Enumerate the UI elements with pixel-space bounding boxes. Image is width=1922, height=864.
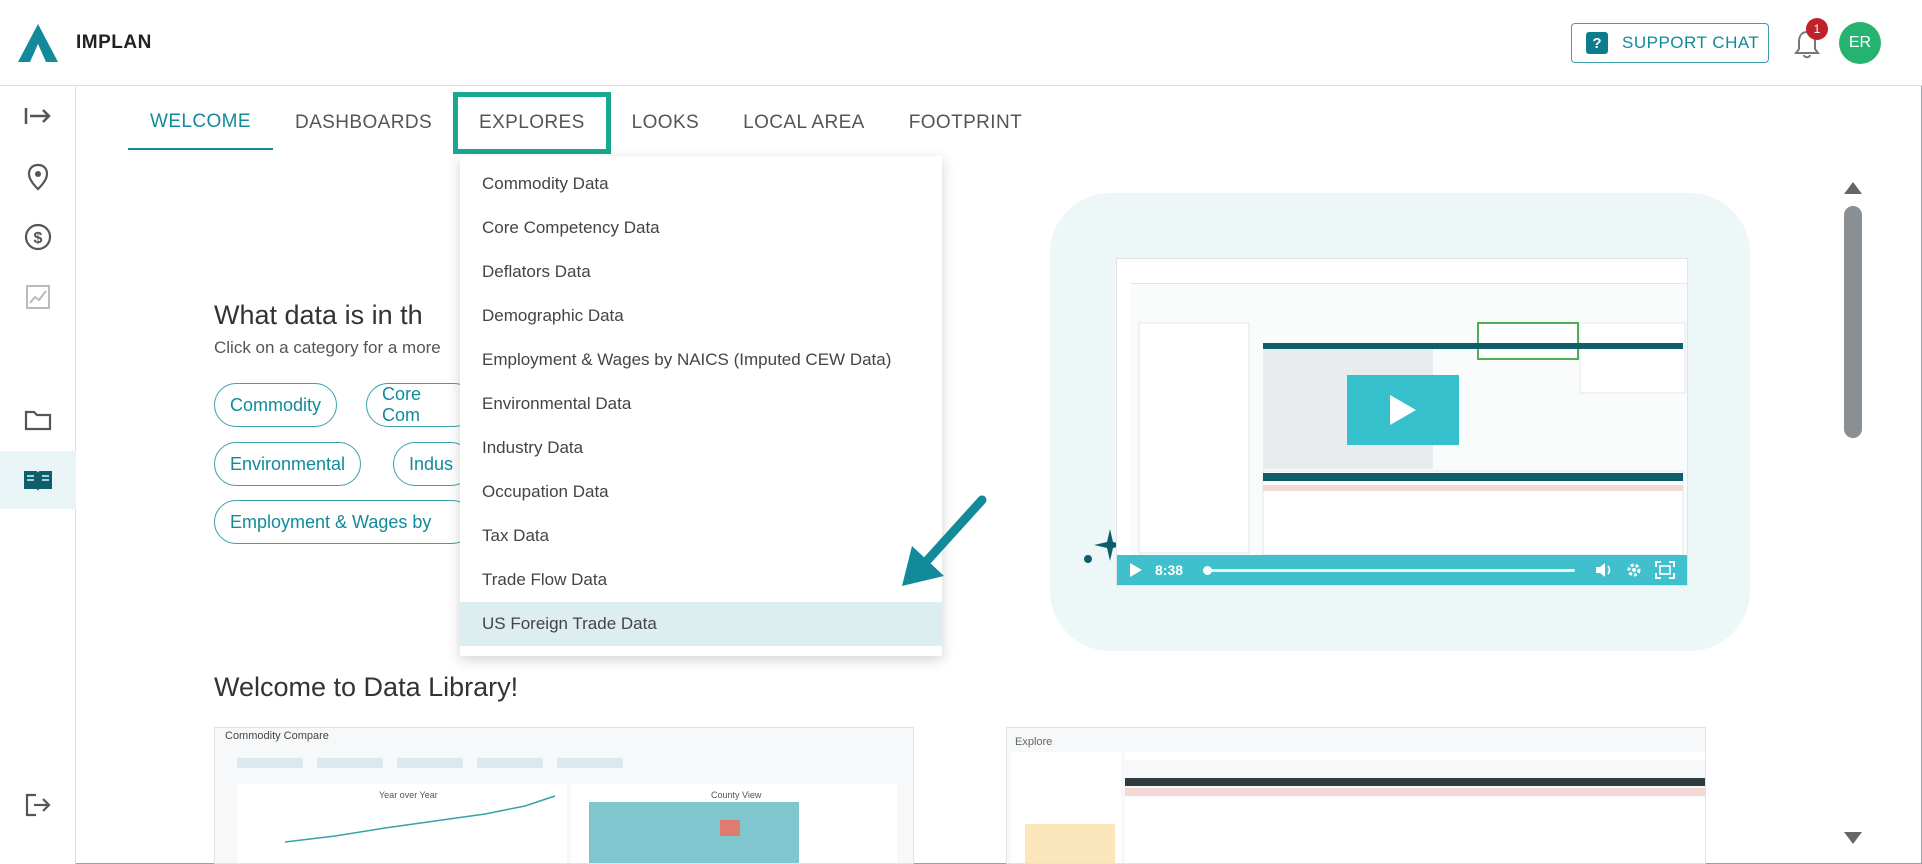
sidebar: $ <box>0 86 76 864</box>
play-icon <box>1390 395 1416 425</box>
video-progress-handle[interactable] <box>1203 565 1213 575</box>
menu-item-employment-wages-data[interactable]: Employment & Wages by NAICS (Imputed CEW… <box>460 338 942 382</box>
preview-chart-title: Year over Year <box>379 790 438 800</box>
sidebar-item-economics[interactable]: $ <box>0 208 76 266</box>
fullscreen-icon[interactable] <box>1655 561 1675 579</box>
menu-item-demographic-data[interactable]: Demographic Data <box>460 294 942 338</box>
preview-title-commodity: Commodity Compare <box>225 730 329 742</box>
category-pill-environmental[interactable]: Environmental <box>214 442 362 486</box>
notification-badge: 1 <box>1806 18 1828 40</box>
menu-item-core-competency-data[interactable]: Core Competency Data <box>460 206 942 250</box>
book-icon <box>24 471 52 491</box>
annotation-arrow-icon <box>902 495 987 586</box>
video-controls: 8:38 <box>1117 555 1687 585</box>
user-avatar[interactable]: ER <box>1839 22 1881 64</box>
explore-preview-graphic <box>1011 752 1705 863</box>
category-pill-employment-wages[interactable]: Employment & Wages by <box>214 500 474 544</box>
menu-item-occupation-data[interactable]: Occupation Data <box>460 470 942 514</box>
tab-footprint[interactable]: FOOTPRINT <box>887 96 1044 150</box>
sidebar-item-location[interactable] <box>0 148 76 206</box>
data-subtext: Click on a category for a more <box>214 338 441 357</box>
tab-local-area[interactable]: LOCAL AREA <box>721 96 887 150</box>
support-chat-button[interactable]: ? SUPPORT CHAT <box>1571 23 1769 63</box>
menu-item-industry-data[interactable]: Industry Data <box>460 426 942 470</box>
tutorial-video[interactable]: 8:38 <box>1116 258 1688 586</box>
svg-text:$: $ <box>34 230 43 247</box>
menu-item-deflators-data[interactable]: Deflators Data <box>460 250 942 294</box>
sidebar-logout[interactable] <box>0 776 76 834</box>
preview-title-explore: Explore <box>1015 736 1053 748</box>
play-small-icon[interactable] <box>1129 562 1143 578</box>
settings-gear-icon[interactable] <box>1625 561 1643 579</box>
implan-logo[interactable] <box>16 22 60 64</box>
menu-item-trade-flow-data[interactable]: Trade Flow Data <box>460 558 942 602</box>
dollar-icon: $ <box>24 223 52 251</box>
logout-icon <box>25 793 51 817</box>
sidebar-item-analytics[interactable] <box>0 268 76 326</box>
menu-item-us-foreign-trade-data[interactable]: US Foreign Trade Data <box>460 602 942 646</box>
tab-explores[interactable]: EXPLORES <box>453 92 611 154</box>
play-button[interactable] <box>1347 375 1459 445</box>
commodity-preview-graphic <box>237 758 897 863</box>
support-chat-label: SUPPORT CHAT <box>1622 33 1760 52</box>
folder-icon <box>24 410 52 431</box>
explores-dropdown-menu: Commodity Data Core Competency Data Defl… <box>460 156 942 656</box>
explore-preview[interactable]: Explore <box>1006 727 1706 864</box>
tab-welcome[interactable]: WELCOME <box>128 96 273 150</box>
menu-item-environmental-data[interactable]: Environmental Data <box>460 382 942 426</box>
sidebar-item-projects[interactable] <box>0 391 76 449</box>
chart-icon <box>26 285 50 309</box>
menu-item-tax-data[interactable]: Tax Data <box>460 514 942 558</box>
location-pin-icon <box>27 163 49 191</box>
data-heading: What data is in th <box>214 300 423 330</box>
sidebar-expand[interactable] <box>0 87 76 145</box>
volume-icon[interactable] <box>1595 562 1613 578</box>
top-header: IMPLAN ? SUPPORT CHAT 1 ER <box>0 0 1922 86</box>
video-progress-track[interactable] <box>1203 565 1575 575</box>
category-pill-commodity[interactable]: Commodity <box>214 383 338 427</box>
brand-name: IMPLAN <box>76 32 152 53</box>
preview-map-title: County View <box>711 790 762 800</box>
main-tabs: WELCOME DASHBOARDS EXPLORES LOOKS LOCAL … <box>128 92 1044 154</box>
sidebar-item-data-library[interactable] <box>0 451 76 509</box>
commodity-compare-preview[interactable]: Commodity Compare Year over Year County … <box>214 727 914 864</box>
video-duration: 8:38 <box>1155 562 1184 578</box>
tab-dashboards[interactable]: DASHBOARDS <box>273 96 454 150</box>
menu-item-commodity-data[interactable]: Commodity Data <box>460 162 942 206</box>
scrollbar-thumb[interactable] <box>1844 206 1862 438</box>
library-heading: Welcome to Data Library! <box>214 672 519 702</box>
expand-arrow-icon <box>24 108 51 124</box>
help-icon: ? <box>1586 32 1608 54</box>
tab-looks[interactable]: LOOKS <box>610 96 721 150</box>
